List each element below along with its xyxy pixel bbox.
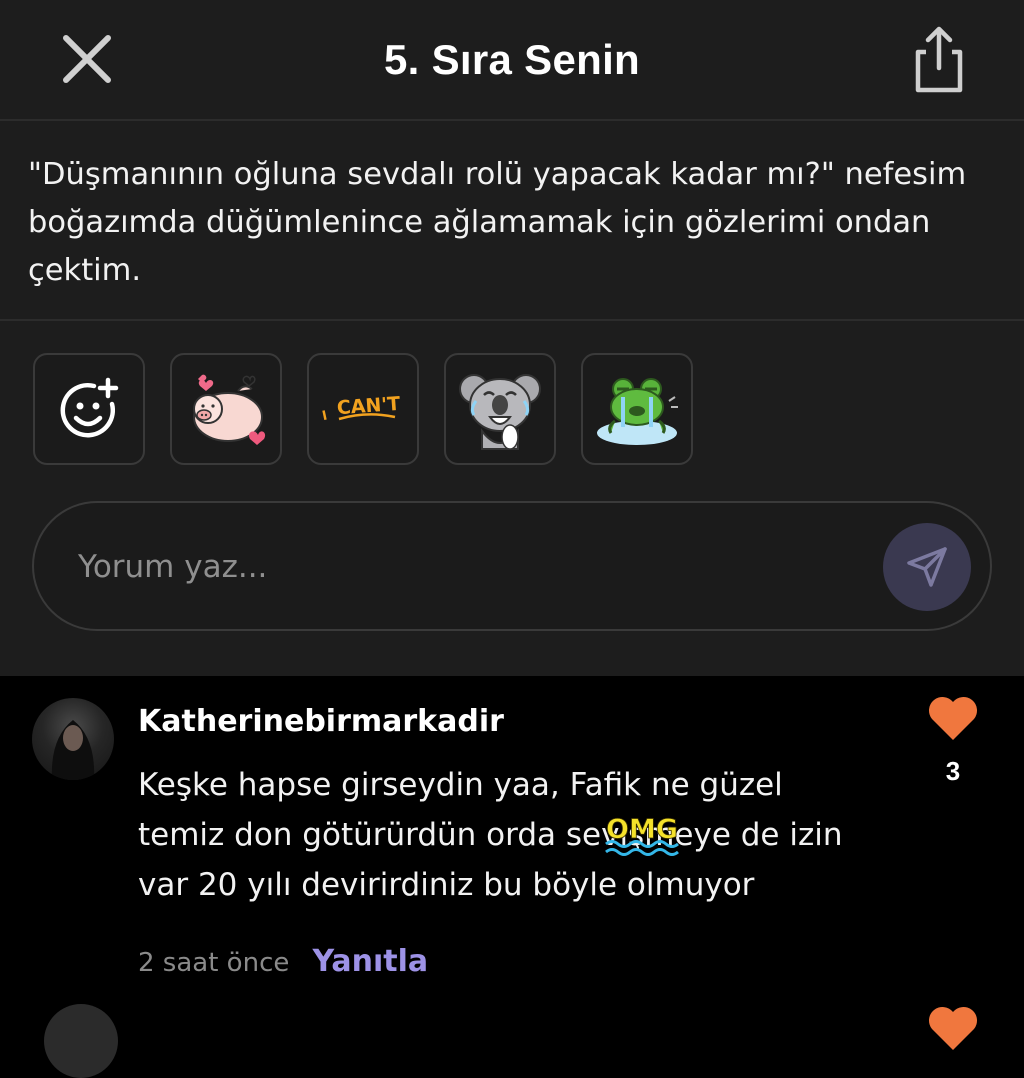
avatar-portrait — [51, 720, 95, 780]
comment-username[interactable]: Katherinebirmarkadir — [138, 704, 504, 739]
share-icon[interactable] — [908, 22, 970, 96]
comment-input-box — [32, 501, 992, 631]
comment-text: Keşke hapse girseydin yaa, Fafik ne güze… — [138, 767, 843, 903]
omg-sticker: OMG — [604, 812, 690, 863]
omg-text: OMG — [606, 814, 678, 845]
laughing-koala-sticker — [459, 374, 541, 450]
quote-text: "Düşmanının oğluna sevdalı rolü yapacak … — [28, 157, 967, 288]
svg-text:I: I — [321, 408, 329, 424]
sticker-pig[interactable] — [170, 353, 282, 465]
page-title: 5. Sıra Senin — [383, 36, 640, 83]
heart-icon[interactable] — [926, 694, 980, 742]
comment-meta: 2 saat önce Yanıtla — [138, 944, 428, 979]
comment-input[interactable] — [76, 533, 840, 601]
pig-hearts-sticker — [193, 374, 266, 445]
comment-time: 2 saat önce — [138, 948, 290, 978]
next-comment-avatar[interactable] — [44, 1004, 118, 1078]
top-bar: 5. Sıra Senin — [0, 0, 1024, 121]
sticker-frog[interactable] — [581, 353, 693, 465]
send-icon — [907, 547, 947, 587]
send-button[interactable] — [883, 523, 971, 611]
quoted-paragraph: "Düşmanının oğluna sevdalı rolü yapacak … — [0, 121, 1024, 321]
crying-frog-sticker — [597, 378, 678, 445]
next-heart-icon[interactable] — [926, 1004, 980, 1052]
comment-composer: I CAN'T — [0, 321, 1024, 676]
add-emoji-icon — [60, 377, 119, 438]
sticker-koala[interactable] — [444, 353, 556, 465]
like-count: 3 — [945, 756, 961, 786]
avatar[interactable] — [32, 698, 114, 780]
reply-button[interactable]: Yanıtla — [312, 944, 428, 979]
sticker-i-cant[interactable]: I CAN'T — [307, 353, 419, 465]
add-emoji-button[interactable] — [33, 353, 145, 465]
i-cant-sticker: I CAN'T — [321, 393, 401, 424]
